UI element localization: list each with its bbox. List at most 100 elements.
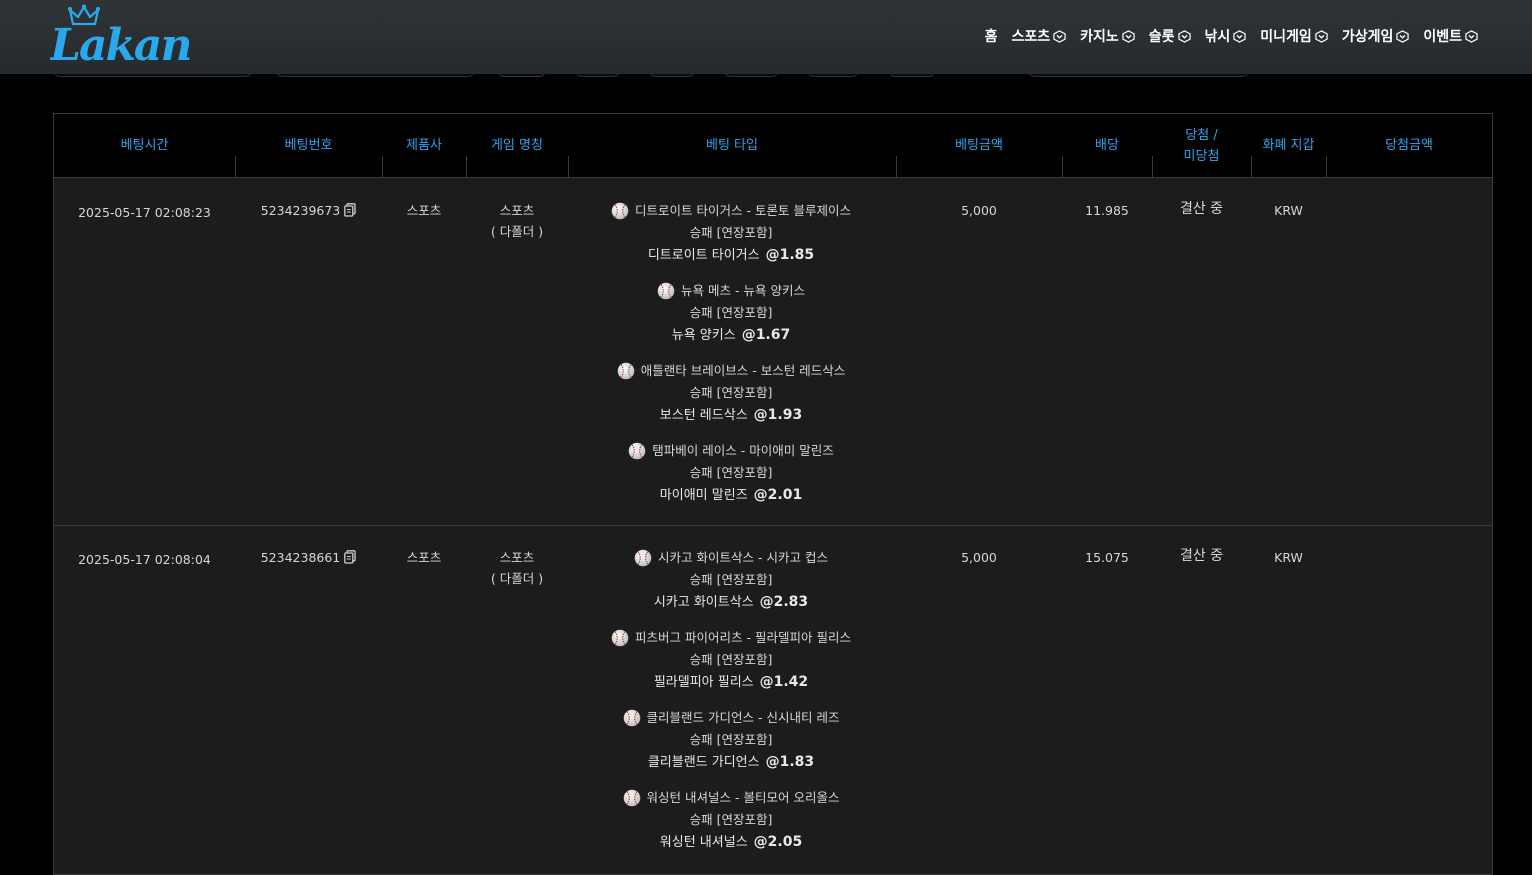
table-row[interactable]: 2025-05-17 02:08:04 5234238661 스포츠 스포츠 (…: [54, 525, 1492, 874]
leg-market: 승패 [연장포함]: [689, 465, 773, 480]
nav-item-0[interactable]: 홈: [985, 26, 998, 46]
leg-match-label: 디트로이트 타이거스 - 토론토 블루제이스: [635, 203, 851, 218]
leg-match: 뉴욕 메츠 - 뉴욕 양키스: [567, 280, 895, 302]
nav-item-7[interactable]: 이벤트: [1423, 26, 1478, 46]
header-divider: [568, 156, 569, 177]
leg-odds: @1.83: [765, 754, 815, 770]
leg-match-label: 피츠버그 파이어리츠 - 필라델피아 필리스: [635, 630, 851, 645]
leg-odds: @2.83: [759, 594, 809, 610]
baseball-icon: [657, 282, 675, 300]
header-divider: [235, 156, 236, 177]
header-divider: [1152, 156, 1153, 177]
leg-match: 탬파베이 레이스 - 마이애미 말린즈: [567, 440, 895, 462]
odds: 15.075: [1085, 550, 1129, 565]
leg-odds: @2.01: [753, 487, 803, 503]
leg-match: 시카고 화이트삭스 - 시카고 컵스: [567, 547, 895, 569]
table-row[interactable]: 2025-05-17 02:08:23 5234239673 스포츠 스포츠 (…: [54, 178, 1492, 526]
table-header: 베팅시간 베팅번호 제품사 게임 명칭 베팅 타입 베팅금액 배당 당첨 / 미…: [54, 114, 1492, 178]
logo-text: Lakan: [50, 20, 190, 66]
nav-item-label: 이벤트: [1423, 29, 1462, 45]
header-divider: [466, 156, 467, 177]
leg-match: 클리블랜드 가디언스 - 신시내티 레즈: [567, 707, 895, 729]
leg-market: 승패 [연장포함]: [689, 305, 773, 320]
baseball-icon: [623, 789, 640, 807]
nav-item-label: 홈: [984, 29, 998, 45]
nav-item-label: 카지노: [1080, 29, 1119, 45]
leg-market: 승패 [연장포함]: [689, 385, 773, 400]
leg-odds: @1.85: [765, 247, 815, 263]
bet-leg: 피츠버그 파이어리츠 - 필라델피아 필리스승패 [연장포함] 필라델피아 필리스…: [567, 627, 895, 695]
leg-pick: 클리블랜드 가디언스 @1.83: [567, 750, 895, 775]
col-currency: 화폐 지갑: [1262, 138, 1315, 153]
nav-item-label: 미니게임: [1260, 29, 1312, 45]
leg-match: 워싱턴 내셔널스 - 볼티모어 오리올스: [567, 787, 895, 809]
baseball-icon: [628, 442, 646, 460]
bet-number: 5234239673: [260, 203, 341, 218]
bet-number: 5234238661: [260, 550, 341, 565]
game-name-cell: 스포츠 ( 다폴더 ): [466, 547, 568, 589]
baseball-icon: [623, 709, 640, 727]
chevron-down-icon: [1122, 29, 1135, 43]
col-win-status-line1: 당첨 /: [1185, 127, 1218, 143]
nav-item-4[interactable]: 낚시: [1205, 26, 1247, 46]
game-name-cell: 스포츠 ( 다폴더 ): [466, 200, 568, 242]
leg-pick-team: 워싱턴 내셔널스: [659, 835, 748, 850]
nav-item-2[interactable]: 카지노: [1080, 26, 1135, 46]
header-divider: [382, 156, 383, 177]
provider: 스포츠: [406, 203, 442, 218]
leg-pick: 보스턴 레드삭스 @1.93: [567, 403, 895, 428]
game-name: 스포츠: [499, 203, 535, 218]
bet-legs: 디트로이트 타이거스 - 토론토 블루제이스승패 [연장포함] 디트로이트 타이거…: [567, 200, 895, 520]
status-badge: 결산 중: [1179, 548, 1224, 564]
copy-icon[interactable]: [344, 203, 356, 217]
leg-market: 승패 [연장포함]: [689, 572, 773, 587]
leg-pick-team: 필라델피아 필리스: [653, 675, 754, 690]
col-provider: 제품사: [406, 138, 442, 153]
copy-icon[interactable]: [344, 550, 356, 564]
leg-match-label: 워싱턴 내셔널스 - 볼티모어 오리올스: [646, 790, 840, 805]
nav-item-label: 스포츠: [1011, 29, 1051, 45]
leg-pick-team: 마이애미 말린즈: [659, 488, 748, 503]
baseball-icon: [634, 549, 652, 567]
bet-leg: 디트로이트 타이거스 - 토론토 블루제이스승패 [연장포함] 디트로이트 타이거…: [567, 200, 895, 268]
leg-pick-team: 클리블랜드 가디언스: [647, 755, 760, 770]
leg-market: 승패 [연장포함]: [689, 732, 773, 747]
col-odds: 배당: [1095, 138, 1119, 153]
col-bet-type: 베팅 타입: [706, 138, 758, 153]
leg-match-label: 애틀랜타 브레이브스 - 보스턴 레드삭스: [640, 363, 846, 378]
col-bet-number: 베팅번호: [284, 138, 333, 153]
col-win-amount: 당첨금액: [1385, 138, 1433, 153]
leg-pick: 시카고 화이트삭스 @2.83: [567, 590, 895, 615]
baseball-icon: [617, 362, 635, 380]
header-divider: [896, 156, 897, 177]
leg-match-label: 뉴욕 메츠 - 뉴욕 양키스: [681, 283, 805, 298]
game-subtype: ( 다폴더 ): [490, 224, 544, 239]
bet-leg: 애틀랜타 브레이브스 - 보스턴 레드삭스승패 [연장포함] 보스턴 레드삭스 @1…: [567, 360, 895, 428]
nav-item-5[interactable]: 미니게임: [1260, 26, 1328, 46]
lakan-logo[interactable]: Lakan: [50, 4, 200, 66]
bet-time: 2025-05-17 02:08:23: [78, 205, 211, 220]
leg-market: 승패 [연장포함]: [689, 225, 773, 240]
nav-item-1[interactable]: 스포츠: [1011, 26, 1066, 46]
leg-pick: 필라델피아 필리스 @1.42: [567, 670, 895, 695]
leg-pick: 디트로이트 타이거스 @1.85: [567, 243, 895, 268]
bet-amount: 5,000: [961, 550, 997, 565]
leg-pick: 워싱턴 내셔널스 @2.05: [567, 830, 895, 855]
game-subtype: ( 다폴더 ): [490, 571, 544, 586]
game-name: 스포츠: [499, 550, 535, 565]
status-badge: 결산 중: [1179, 201, 1224, 217]
bet-number-cell: 5234239673: [235, 200, 382, 221]
bet-leg: 워싱턴 내셔널스 - 볼티모어 오리올스 승패 [연장포함] 워싱턴 내셔널스 @2.…: [567, 787, 895, 855]
leg-market: 승패 [연장포함]: [689, 652, 773, 667]
nav-item-6[interactable]: 가상게임: [1342, 26, 1410, 46]
leg-pick-team: 디트로이트 타이거스: [647, 248, 760, 263]
nav-item-3[interactable]: 슬롯: [1149, 26, 1191, 46]
leg-match-label: 시카고 화이트삭스 - 시카고 컵스: [658, 550, 828, 565]
currency: KRW: [1274, 550, 1303, 565]
bet-leg: 클리블랜드 가디언스 - 신시내티 레즈승패 [연장포함] 클리블랜드 가디언스 @…: [567, 707, 895, 775]
chevron-down-icon: [1053, 29, 1066, 43]
main-nav: 홈 스포츠 카지노 슬롯 낚시 미니게임 가상게임 이벤트: [985, 24, 1478, 48]
leg-match: 애틀랜타 브레이브스 - 보스턴 레드삭스: [567, 360, 895, 382]
leg-odds: @1.42: [759, 674, 809, 690]
currency: KRW: [1274, 203, 1303, 218]
